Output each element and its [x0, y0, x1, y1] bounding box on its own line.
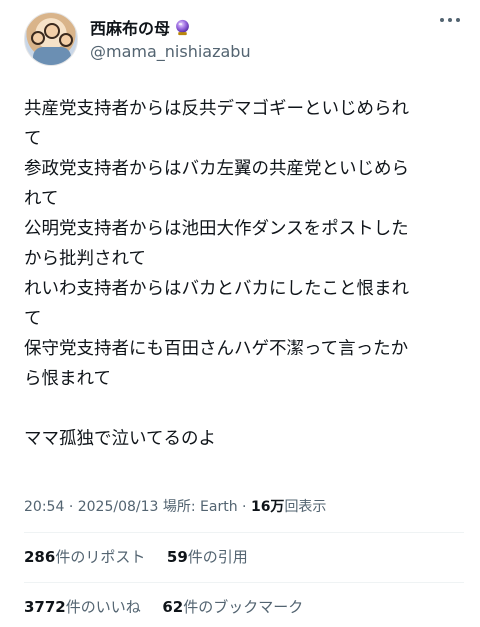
tweet-text: 共産党支持者からは反共デマゴギーといじめられ て 参政党支持者からはバカ左翼の共… [24, 94, 462, 454]
tweet-line: て [24, 309, 42, 329]
tweet-line: 参政党支持者からはバカ左翼の共産党といじめら [24, 159, 409, 179]
quotes-link[interactable]: 59件の引用 [167, 548, 248, 566]
tweet-line: ママ孤独で泣いてるのよ [24, 429, 216, 449]
quotes-count: 59 [166, 548, 188, 566]
tweet-date[interactable]: 2025/08/13 [78, 499, 159, 515]
quotes-label: 件の引用 [187, 548, 248, 566]
tweet-line: から批判されて [24, 249, 146, 269]
divider [24, 582, 464, 583]
tweet-line: て [24, 129, 42, 149]
engagement-row-2: 3772件のいいね 62件のブックマーク [24, 596, 303, 617]
views-label: 回表示 [284, 499, 327, 515]
likes-label: 件のいいね [65, 598, 141, 616]
tweet-line: ら恨まれて [24, 369, 111, 389]
tweet-line: れいわ支持者からはバカとバカにしたこと恨まれ [24, 279, 409, 299]
tweet-line: 共産党支持者からは反共デマゴギーといじめられ [24, 99, 409, 119]
tweet-line: れて [24, 189, 59, 209]
bookmarks-count: 62 [162, 598, 184, 616]
user-handle[interactable]: @mama_nishiazabu [90, 42, 251, 61]
tweet-location: 場所: Earth [162, 499, 238, 515]
bookmarks-label: 件のブックマーク [183, 598, 304, 616]
views-count: 16万 [250, 499, 285, 515]
tweet-meta: 20:54 · 2025/08/13 場所: Earth · 16万回表示 [24, 496, 326, 516]
avatar-illustration [33, 47, 71, 65]
tweet-line: 保守党支持者にも百田さんハゲ不潔って言ったか [24, 339, 409, 359]
reposts-link[interactable]: 286件のリポスト [24, 548, 145, 566]
likes-count: 3772 [24, 598, 66, 616]
name-row: 西麻布の母 [90, 16, 191, 38]
reposts-count: 286 [24, 548, 56, 566]
bookmarks-link[interactable]: 62件のブックマーク [162, 598, 303, 616]
divider [24, 532, 464, 533]
tweet-line: 公明党支持者からは池田大作ダンスをポストした [24, 219, 409, 239]
more-options-icon[interactable] [440, 18, 460, 22]
meta-separator: · [68, 499, 74, 515]
tweet-header: 西麻布の母 @mama_nishiazabu [24, 12, 464, 72]
crystal-ball-icon [176, 19, 189, 35]
likes-link[interactable]: 3772件のいいね [24, 598, 141, 616]
engagement-row-1: 286件のリポスト 59件の引用 [24, 546, 248, 567]
display-name[interactable]: 西麻布の母 [90, 15, 170, 39]
reposts-label: 件のリポスト [55, 548, 146, 566]
meta-separator: · [242, 499, 247, 515]
avatar[interactable] [24, 12, 78, 66]
tweet-time[interactable]: 20:54 [24, 499, 64, 515]
